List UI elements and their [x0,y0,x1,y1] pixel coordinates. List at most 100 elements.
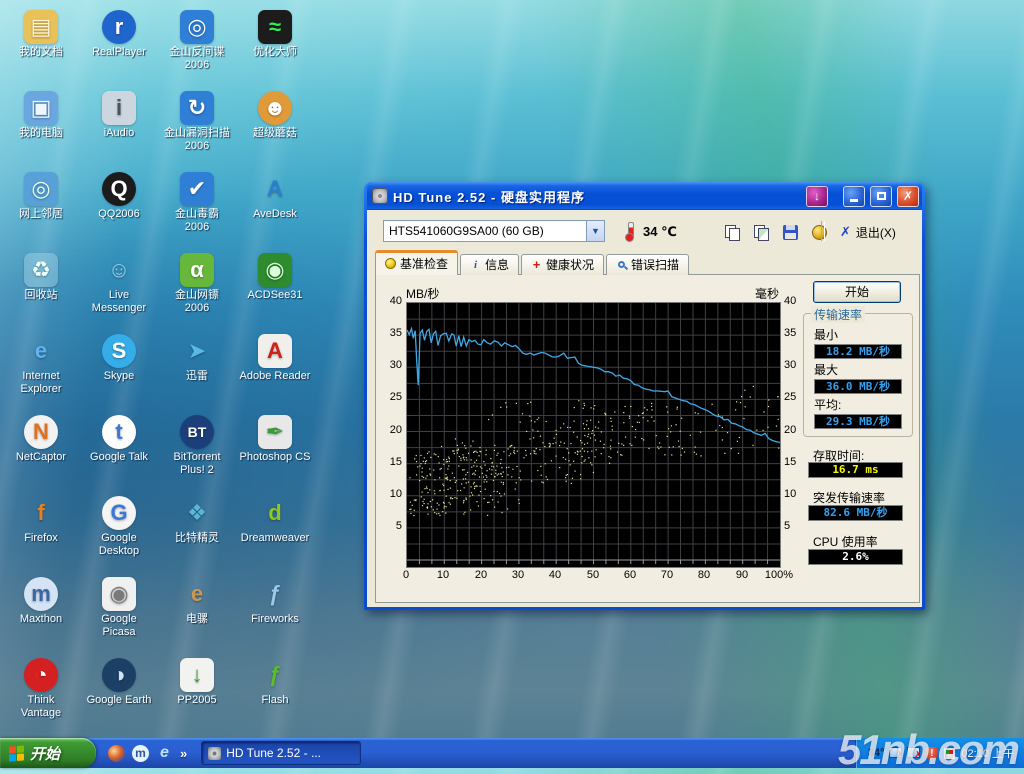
desktop-shortcut-qq2006-icon[interactable]: QQQ2006 [80,166,158,247]
desktop-shortcut-thunder-icon[interactable]: ➤迅雷 [158,328,236,409]
shortcut-label: BitTorrent Plus! 2 [173,451,220,477]
kingsoft-firewall-icon: α [180,253,214,287]
browser-quicklaunch-icon[interactable] [108,745,125,762]
save-button[interactable] [777,220,803,244]
scan-icon [616,259,627,270]
shortcut-label: 比特精灵 [175,532,219,545]
max-value: 36.0 MB/秒 [814,379,902,394]
save-icon [783,225,798,240]
shortcut-label: 超级蘑菇 [253,127,297,140]
desktop-shortcut-photoshop-icon[interactable]: ✒Photoshop CS [236,409,314,490]
hdtune-app-icon [372,188,388,204]
desktop-shortcut-network-places-icon[interactable]: ◎ 网上邻居 [2,166,80,247]
desktop-shortcut-bittorrent-icon[interactable]: BTBitTorrent Plus! 2 [158,409,236,490]
window-titlebar[interactable]: HD Tune 2.52 - 硬盘实用程序 ↓ ✗ [367,182,922,210]
hdtune-tray-icon[interactable] [943,747,956,760]
tab-bulb[interactable]: 基准检查 [375,250,458,275]
copy-screenshot-button[interactable] [748,220,774,244]
network-disconnected-icon[interactable]: ✗ [889,747,902,759]
axis-tick: 40 [537,569,573,581]
desktop-shortcut-bitspirit-icon[interactable]: ❖比特精灵 [158,490,236,571]
iaudio-icon: i [102,91,136,125]
download-arrow-button[interactable]: ↓ [806,186,828,207]
window-title: HD Tune 2.52 - 硬盘实用程序 [393,187,801,206]
desktop-shortcut-skype-icon[interactable]: SSkype [80,328,158,409]
desktop-shortcut-flash-icon[interactable]: ƒFlash [236,652,314,733]
desktop-shortcut-netcaptor-icon[interactable]: NNetCaptor [2,409,80,490]
tray-clock[interactable]: 02:10 上午 [961,745,1014,761]
desktop-shortcut-google-earth-icon[interactable]: ◑Google Earth [80,652,158,733]
quick-launch: m e » [96,745,195,762]
desktop-shortcut-kingsoft-antivirus-icon[interactable]: ✔金山毒霸 2006 [158,166,236,247]
desktop-shortcut-google-talk-icon[interactable]: tGoogle Talk [80,409,158,490]
desktop-shortcut-firefox-icon[interactable]: fFirefox [2,490,80,571]
axis-tick: 40 [378,295,402,307]
desktop-shortcut-fireworks-icon[interactable]: ƒFireworks [236,571,314,652]
flash-icon: ƒ [258,658,292,692]
windows-logo-icon [9,745,24,761]
shortcut-label: 网上邻居 [19,208,63,221]
axis-tick: 10 [784,488,812,500]
health-icon: + [531,259,542,270]
maxthon-icon: m [24,577,58,611]
desktop-shortcut-youhua-dashi-icon[interactable]: ≈优化大师 [236,4,314,85]
desktop-shortcut-dreamweaver-icon[interactable]: dDreamweaver [236,490,314,571]
desktop-shortcut-live-messenger-icon[interactable]: ☺Live Messenger [80,247,158,328]
desktop-shortcut-kingsoft-vulnscan-icon[interactable]: ↻金山漏洞扫描 2006 [158,85,236,166]
desktop-shortcut-google-picasa-icon[interactable]: ◉Google Picasa [80,571,158,652]
google-desktop-icon: G [102,496,136,530]
shortcut-label: Think Vantage [21,694,61,720]
maxthon-quicklaunch-icon[interactable]: m [132,745,149,762]
desktop-shortcut-emule-icon[interactable]: e电骡 [158,571,236,652]
maximize-button[interactable] [870,186,892,207]
minimize-button[interactable] [843,186,865,207]
options-button[interactable] [806,220,832,244]
desktop-shortcut-kingsoft-antispy-icon[interactable]: ◎金山反间谍 2006 [158,4,236,85]
ie-quicklaunch-icon[interactable]: e [156,745,173,762]
drive-select[interactable]: HTS541060G9SA00 (60 GB) ▼ [383,220,605,242]
network-places-icon: ◎ [24,172,58,206]
start-button[interactable]: 开始 [0,738,96,768]
copy-text-button[interactable] [719,220,745,244]
access-time-value: 16.7 ms [808,462,903,478]
close-button[interactable]: ✗ [897,186,919,207]
desktop-shortcut-recycle-bin-icon[interactable]: ♻回收站 [2,247,80,328]
desktop-shortcut-super-mushroom-icon[interactable]: ☻ 超级蘑菇 [236,85,314,166]
desktop-shortcut-maxthon-icon[interactable]: mMaxthon [2,571,80,652]
desktop-shortcut-kingsoft-firewall-icon[interactable]: α金山网镖 2006 [158,247,236,328]
hdtune-task-icon [208,747,221,760]
photoshop-icon: ✒ [258,415,292,449]
axis-tick: 80 [686,569,722,581]
desktop-shortcut-internet-explorer-icon[interactable]: eInternet Explorer [2,328,80,409]
shortcut-label: ACDSee31 [247,289,302,302]
netcaptor-icon: N [24,415,58,449]
desktop-shortcut-my-computer-icon[interactable]: ▣我的电脑 [2,85,80,166]
kingsoft-antivirus-icon: ✔ [180,172,214,206]
screenshot-icon [754,225,768,239]
desktop-shortcut-google-desktop-icon[interactable]: GGoogle Desktop [80,490,158,571]
min-label: 最小 [814,326,912,343]
quicklaunch-overflow-chevron-icon[interactable]: » [180,746,187,761]
hdtune-task-button[interactable]: HD Tune 2.52 - ... [201,741,361,765]
desktop-shortcut-realplayer-icon[interactable]: rRealPlayer [80,4,158,85]
tab-scan[interactable]: 错误扫描 [606,254,689,275]
network-disconnected-icon-2[interactable]: ✗ [907,747,920,759]
transfer-rate-group: 传输速率 最小 18.2 MB/秒 最大 36.0 MB/秒 平均: 29.3 … [803,313,913,437]
kingsoft-antispy-icon: ◎ [180,10,214,44]
desktop-shortcut-adobe-reader-icon[interactable]: AAdobe Reader [236,328,314,409]
desktop-shortcut-acdsee-icon[interactable]: ◉ACDSee31 [236,247,314,328]
axis-tick: 90 [724,569,760,581]
tab-label: 错误扫描 [631,256,679,273]
combo-dropdown-button[interactable]: ▼ [586,221,604,241]
start-benchmark-button[interactable]: 开始 [813,281,901,303]
exit-button[interactable]: ✗ 退出(X) [831,220,905,244]
desktop-shortcut-pp2005-icon[interactable]: ↓PP2005 [158,652,236,733]
desktop-shortcut-thinkvantage-icon[interactable]: ◔Think Vantage [2,652,80,733]
tab-info[interactable]: i信息 [460,254,519,275]
super-mushroom-icon: ☻ [258,91,292,125]
tab-health[interactable]: +健康状况 [521,254,604,275]
desktop-shortcut-iaudio-icon[interactable]: iiAudio [80,85,158,166]
security-alert-icon[interactable]: ! [925,747,938,760]
desktop-shortcut-avedesk-icon[interactable]: AAveDesk [236,166,314,247]
desktop-shortcut-my-documents-icon[interactable]: ▤我的文档 [2,4,80,85]
